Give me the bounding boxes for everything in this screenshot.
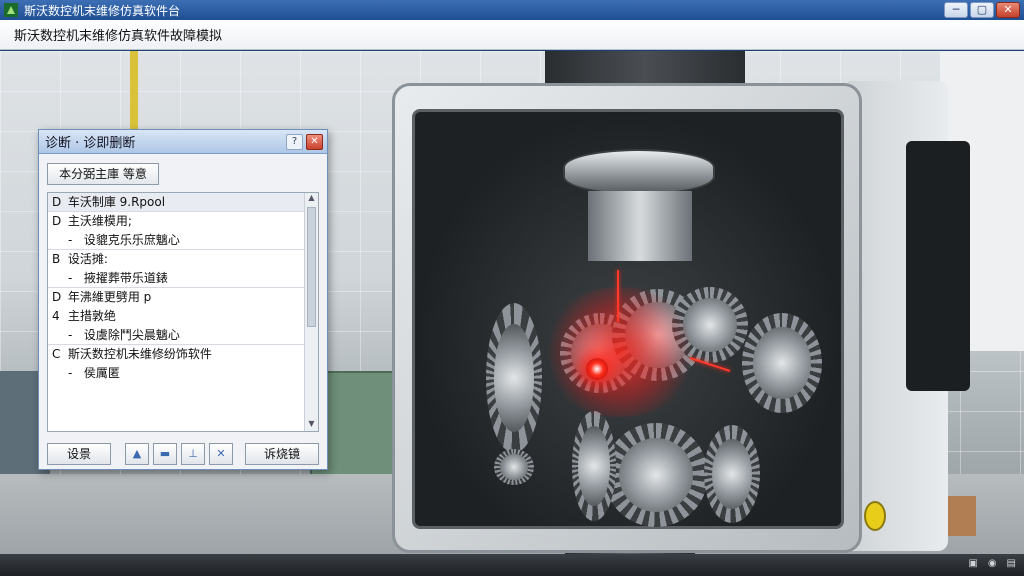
tree-item-label: 掖擢葬带乐道錶	[83, 271, 168, 285]
dialog-toolbar: 设景 ▲ ▬ ⊥ ✕ 诉烧镜	[47, 443, 319, 465]
settings-button[interactable]: 设景	[47, 443, 111, 465]
taskbar: ▣ ◉ ▤	[0, 554, 1024, 576]
tree-item-label: 年沸維更劈用 p	[67, 290, 152, 304]
fault-tree[interactable]: D 车沃制庫 9.Rpool D 主沃维模用; - 设貔克乐乐庶魑心 B 设活摊: - …	[47, 192, 319, 432]
gear-lower-left[interactable]	[572, 411, 616, 521]
close-button[interactable]: ✕	[996, 2, 1020, 18]
tree-item-marker: C	[52, 347, 61, 361]
scroll-down-icon[interactable]: ▼	[305, 419, 318, 431]
background-pole	[130, 51, 138, 141]
page-title: 斯沃数控机末维修仿真软件故障模拟	[14, 29, 223, 44]
tree-item-label: 车沃制庫 9.Rpool	[67, 195, 166, 209]
tree-item-marker: -	[68, 233, 73, 247]
tree-item-marker: 4	[52, 309, 60, 323]
up-icon[interactable]: ⊥	[181, 443, 205, 465]
tree-item-marker: D	[52, 290, 62, 304]
dialog-titlebar[interactable]: 诊断 · 诊即删断 ? ✕	[39, 130, 327, 154]
dialog-title: 诊断 · 诊即删断	[45, 136, 136, 151]
tree-item-marker: -	[68, 366, 73, 380]
tray-icon-2[interactable]: ◉	[988, 558, 997, 569]
tree-item-label: 斯沃数控机未维修纷饰软件	[67, 347, 212, 361]
window-title: 斯沃数控机末维修仿真软件台	[24, 3, 181, 18]
fault-tree-item[interactable]: B 设活摊:	[48, 250, 318, 269]
tree-item-marker: -	[68, 328, 73, 342]
fault-tree-rows: D 车沃制庫 9.Rpool D 主沃维模用; - 设貔克乐乐庶魑心 B 设活摊: - …	[48, 193, 318, 383]
tree-item-marker: D	[52, 214, 62, 228]
tree-item-marker: D	[52, 195, 62, 209]
user-icon[interactable]: ▲	[125, 443, 149, 465]
dialog-help-button[interactable]: ?	[286, 134, 303, 150]
shaft-end-cap[interactable]	[494, 449, 534, 485]
maximize-button[interactable]: ▢	[970, 2, 994, 18]
tree-item-label: 主措敦绝	[67, 309, 116, 323]
fault-tree-item[interactable]: D 车沃制庫 9.Rpool	[48, 193, 318, 212]
scroll-up-icon[interactable]: ▲	[305, 193, 318, 205]
gear-left-stack[interactable]	[486, 303, 542, 453]
header-bar: 斯沃数控机末维修仿真软件故障模拟	[0, 20, 1024, 50]
gear-lower-right[interactable]	[704, 425, 760, 523]
fault-tree-item[interactable]: D 主沃维模用;	[48, 212, 318, 231]
minus-icon[interactable]: ▬	[153, 443, 177, 465]
fault-tree-item[interactable]: D 年沸維更劈用 p	[48, 288, 318, 307]
fault-tree-item[interactable]: C 斯沃数控机未维修纷饰软件	[48, 345, 318, 364]
system-tray: ▣ ◉ ▤	[968, 558, 1016, 569]
spindle-shaft[interactable]	[588, 191, 692, 261]
fault-tree-item[interactable]: - 掖擢葬带乐道錶	[48, 269, 318, 288]
tree-item-label: 设貔克乐乐庶魑心	[83, 233, 180, 247]
dialog-controls: ? ✕	[286, 134, 323, 150]
delete-icon[interactable]: ✕	[209, 443, 233, 465]
tree-scrollbar[interactable]: ▲ ▼	[304, 193, 318, 431]
fault-tree-item[interactable]: - 侯厲匿	[48, 364, 318, 383]
fault-tree-item[interactable]: - 设貔克乐乐庶魑心	[48, 231, 318, 250]
tray-icon-1[interactable]: ▣	[968, 558, 977, 569]
app-icon	[4, 3, 18, 17]
fault-pointer-line	[617, 270, 619, 322]
scroll-thumb[interactable]	[307, 207, 316, 327]
tree-item-label: 侯厲匿	[83, 366, 120, 380]
fault-marker[interactable]	[586, 358, 608, 380]
window-titlebar: 斯沃数控机末维修仿真软件台 ─ ▢ ✕	[0, 0, 1024, 20]
gear-lower-center[interactable]	[604, 423, 708, 527]
tree-item-label: 设活摊:	[67, 252, 108, 266]
tree-item-label: 主沃维模用;	[67, 214, 132, 228]
tree-item-marker: B	[52, 252, 61, 266]
tree-item-label: 设虞除鬥尖晨魑心	[83, 328, 180, 342]
control-panel-box	[906, 141, 970, 391]
fault-tree-item[interactable]: 4 主措敦绝	[48, 307, 318, 326]
minimize-button[interactable]: ─	[944, 2, 968, 18]
dialog-close-button[interactable]: ✕	[306, 134, 323, 150]
window-controls: ─ ▢ ✕	[944, 2, 1020, 18]
fault-category-button[interactable]: 本分弼主庫 等意	[47, 163, 159, 185]
tree-item-marker: -	[68, 271, 73, 285]
diagnosis-dialog: 诊断 · 诊即删断 ? ✕ 本分弼主庫 等意 D 车沃制庫 9.Rpool D 主…	[38, 129, 328, 470]
confirm-button[interactable]: 诉烧镜	[245, 443, 319, 465]
tray-icon-3[interactable]: ▤	[1007, 558, 1016, 569]
yellow-knob[interactable]	[864, 501, 886, 531]
spindle-flange[interactable]	[563, 149, 715, 195]
fault-glow	[540, 287, 700, 417]
fault-tree-item[interactable]: - 设虞除鬥尖晨魑心	[48, 326, 318, 345]
gear-right-stack[interactable]	[742, 313, 822, 413]
